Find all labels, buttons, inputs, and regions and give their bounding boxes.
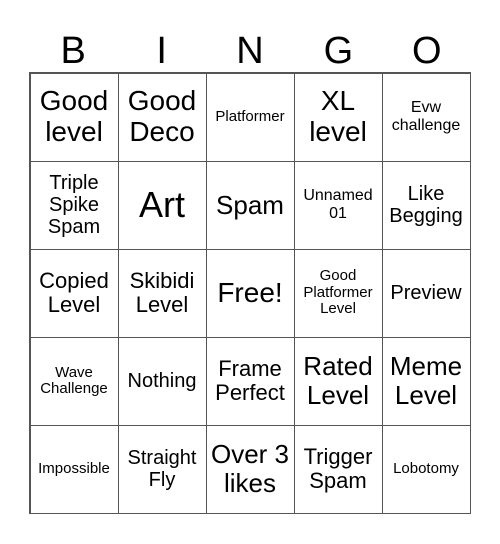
bingo-cell[interactable]: Good level <box>29 72 119 162</box>
bingo-cell[interactable]: Skibidi Level <box>117 248 207 338</box>
bingo-cell[interactable]: Preview <box>381 248 471 338</box>
bingo-cell[interactable]: Copied Level <box>29 248 119 338</box>
header-letter-b: B <box>60 30 86 72</box>
bingo-cell[interactable]: Over 3 likes <box>205 424 295 514</box>
bingo-cell[interactable]: Art <box>117 160 207 250</box>
bingo-cell[interactable]: Meme Level <box>381 336 471 426</box>
bingo-cell[interactable]: XL level <box>293 72 383 162</box>
bingo-cell[interactable]: Good Platformer Level <box>293 248 383 338</box>
bingo-cell[interactable]: Platformer <box>205 72 295 162</box>
header-letter-i: I <box>156 30 167 72</box>
bingo-cell[interactable]: Spam <box>205 160 295 250</box>
bingo-cell[interactable]: Rated Level <box>293 336 383 426</box>
bingo-cell[interactable]: Unnamed 01 <box>293 160 383 250</box>
bingo-cell[interactable]: Wave Challenge <box>29 336 119 426</box>
bingo-header: B I N G O <box>29 30 471 73</box>
bingo-cell[interactable]: Like Begging <box>381 160 471 250</box>
bingo-cell[interactable]: Trigger Spam <box>293 424 383 514</box>
header-letter-g: G <box>323 30 354 72</box>
header-letter-o: O <box>412 30 442 72</box>
header-letter-n: N <box>236 30 264 72</box>
bingo-cell[interactable]: Nothing <box>117 336 207 426</box>
bingo-cell[interactable]: Evw challenge <box>381 72 471 162</box>
bingo-cell[interactable]: Good Deco <box>117 72 207 162</box>
bingo-grid: Good level Good Deco Platformer XL level… <box>29 72 471 514</box>
free-cell[interactable]: Free! <box>205 248 295 338</box>
bingo-cell[interactable]: Triple Spike Spam <box>29 160 119 250</box>
bingo-cell[interactable]: Lobotomy <box>381 424 471 514</box>
bingo-cell[interactable]: Impossible <box>29 424 119 514</box>
bingo-cell[interactable]: Frame Perfect <box>205 336 295 426</box>
bingo-cell[interactable]: Straight Fly <box>117 424 207 514</box>
